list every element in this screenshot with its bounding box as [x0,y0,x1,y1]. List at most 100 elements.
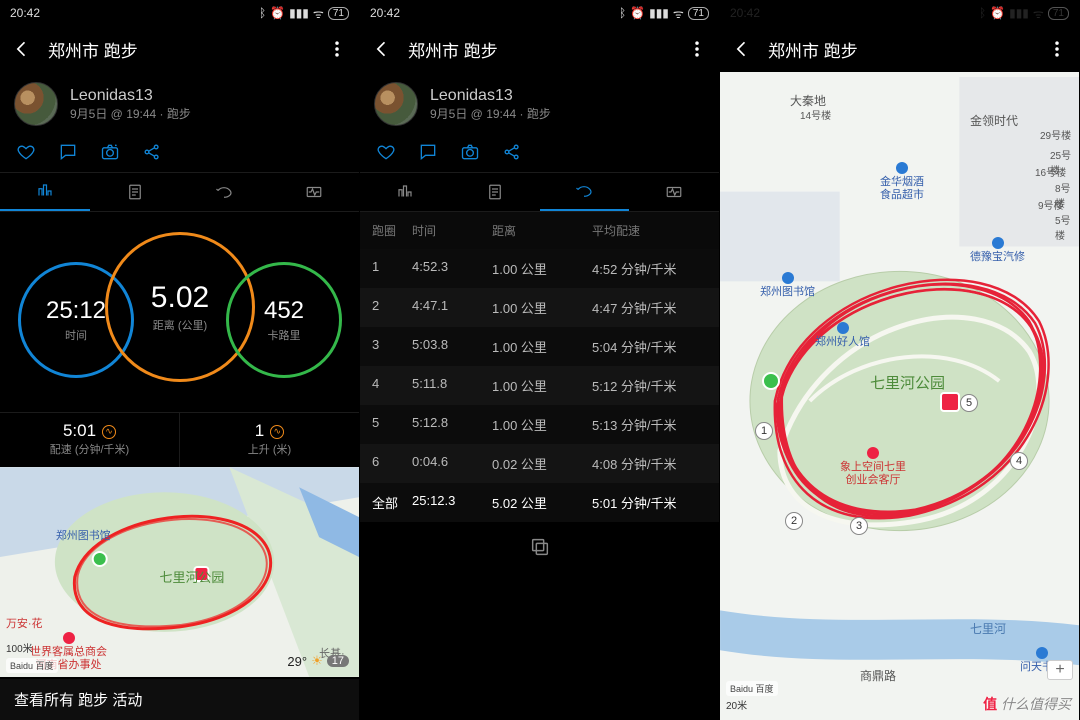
svg-text:郑州图书馆: 郑州图书馆 [56,528,111,542]
lap-cell-time: 4:47.1 [412,298,492,317]
copy-button[interactable] [360,522,719,572]
back-icon[interactable] [732,39,752,59]
bldg-label: 9号楼 [1038,197,1064,212]
lap-marker-3: 3 [850,517,868,535]
lap-row[interactable]: 14:52.31.00 公里4:52 分钟/千米 [360,249,719,288]
ascent-label: 上升 (米) [180,441,359,457]
metric-ascent[interactable]: 1∿ 上升 (米) [179,413,359,467]
lap-cell-lap: 3 [372,337,412,356]
page-title: 郑州市 跑步 [48,37,138,62]
lap-cell-pace: 4:47 分钟/千米 [592,298,707,317]
zoom-in-button[interactable]: + [1047,660,1073,680]
calories-value: 452 [264,297,304,325]
laps-total-row: 全部 25:12.3 5.02 公里 5:01 分钟/千米 [360,483,719,522]
lap-cell-pace: 5:12 分钟/千米 [592,376,707,395]
comment-icon[interactable] [418,142,438,162]
avatar[interactable] [14,82,58,126]
lap-cell-lap: 6 [372,454,412,473]
screen-laps: 20:42 ᛒ ⏰ ▮▮▮ ᯤ 71 郑州市 跑步 Leonidas13 9月5… [360,0,720,720]
map-credit: Baidu 百度 [6,658,58,673]
lap-row[interactable]: 55:12.81.00 公里5:13 分钟/千米 [360,405,719,444]
lap-row[interactable]: 24:47.11.00 公里4:47 分钟/千米 [360,288,719,327]
pace-badge-icon: ∿ [102,425,116,439]
more-icon[interactable] [687,39,707,59]
wifi-icon: ᯤ [673,5,684,22]
wifi-icon: ᯤ [1033,5,1044,22]
back-icon[interactable] [372,39,392,59]
river-label: 七里河 [970,620,1006,637]
poi-label: 金领时代 [970,112,1018,129]
lap-cell-time: 4:52.3 [412,259,492,278]
map-credit: Baidu 百度 [726,681,778,696]
tab-laps[interactable] [180,173,270,211]
comment-icon[interactable] [58,142,78,162]
poi-repair: 德豫宝汽修 [970,237,1025,264]
start-marker [762,372,780,390]
tab-stats[interactable] [0,173,90,211]
camera-icon[interactable] [100,142,120,162]
tab-details[interactable] [90,173,180,211]
user-name: Leonidas13 [70,87,191,105]
like-icon[interactable] [376,142,396,162]
status-bar: 20:42 ᛒ ⏰ ▮▮▮ ᯤ 71 [360,0,719,26]
wifi-icon: ᯤ [313,5,324,22]
more-icon[interactable] [1047,39,1067,59]
lap-row[interactable]: 60:04.60.02 公里4:08 分钟/千米 [360,444,719,483]
alarm-icon: ⏰ [270,6,285,20]
signal-icon: ▮▮▮ [289,6,309,20]
poi-library2: 郑州好人馆 [815,322,870,349]
park-name: 七里河公园 [870,372,945,393]
metric-pace[interactable]: 5:01∿ 配速 (分钟/千米) [0,413,179,467]
avatar[interactable] [374,82,418,126]
tab-laps[interactable] [540,173,630,211]
lap-cell-lap: 2 [372,298,412,317]
map-thumbnail[interactable]: 七里河公园 郑州图书馆 长基· 万安·花 世界客属总商会 河南省办事处 100米… [0,467,359,677]
end-marker [940,392,960,412]
action-row [0,136,359,172]
map-fullscreen[interactable]: 大秦地 金领时代 29号楼 25号楼 16号楼 8号楼 9号楼 5号楼 14号楼… [720,72,1079,720]
lap-cell-time: 0:04.6 [412,454,492,473]
tab-hr[interactable] [269,173,359,211]
user-name: Leonidas13 [430,87,551,105]
lap-cell-time: 5:12.8 [412,415,492,434]
user-row[interactable]: Leonidas13 9月5日 @ 19:44 · 跑步 [360,72,719,136]
app-bar: 郑州市 跑步 [360,26,719,72]
like-icon[interactable] [16,142,36,162]
poi-library: 郑州图书馆 [760,272,815,299]
time-label: 时间 [65,327,87,343]
status-bar: 20:42 ᛒ ⏰ ▮▮▮ ᯤ 71 [0,0,359,26]
lap-row[interactable]: 45:11.81.00 公里5:12 分钟/千米 [360,366,719,405]
screen-map: 20:42 ᛒ ⏰ ▮▮▮ ᯤ 71 郑州市 跑步 [720,0,1080,720]
status-time: 20:42 [730,6,760,20]
lap-cell-pace: 5:04 分钟/千米 [592,337,707,356]
sun-icon: ☀ [311,653,323,669]
back-icon[interactable] [12,39,32,59]
tab-details[interactable] [450,173,540,211]
poi-shop: 金华烟酒 食品超市 [880,162,924,202]
distance-label: 距离 (公里) [153,317,207,333]
bldg-label: 14号楼 [800,107,831,122]
share-icon[interactable] [502,142,522,162]
camera-icon[interactable] [460,142,480,162]
tab-hr[interactable] [629,173,719,211]
map-scale: 100米 [6,640,33,655]
metric-row: 5:01∿ 配速 (分钟/千米) 1∿ 上升 (米) [0,412,359,467]
ascent-value: 1 [255,421,264,440]
tabbar [0,172,359,212]
battery-icon: 71 [328,7,349,20]
view-all-link[interactable]: 查看所有 跑步 活动 [0,679,359,720]
weather-low: 17 [327,655,349,667]
user-meta: 9月5日 @ 19:44 · 跑步 [70,105,191,122]
user-row[interactable]: Leonidas13 9月5日 @ 19:44 · 跑步 [0,72,359,136]
watermark: 值 什么值得买 [983,694,1071,714]
more-icon[interactable] [327,39,347,59]
lap-row[interactable]: 35:03.81.00 公里5:04 分钟/千米 [360,327,719,366]
share-icon[interactable] [142,142,162,162]
pace-value: 5:01 [63,421,96,440]
tab-stats[interactable] [360,173,450,211]
lap-cell-time: 5:03.8 [412,337,492,356]
weather-badge: 29° ☀ 17 [287,653,349,669]
battery-icon: 71 [688,7,709,20]
bluetooth-icon: ᛒ [259,6,266,20]
lap-cell-pace: 4:52 分钟/千米 [592,259,707,278]
